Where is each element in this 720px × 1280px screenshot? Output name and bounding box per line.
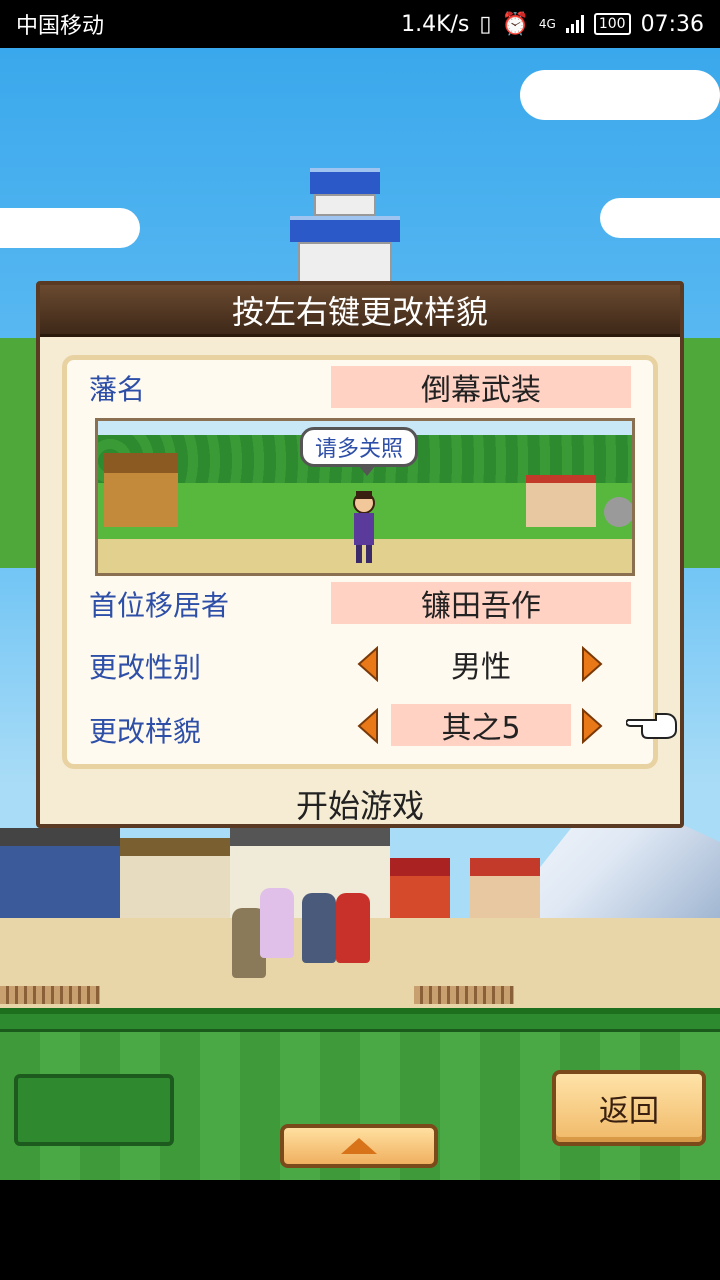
up-arrow-icon (341, 1138, 377, 1154)
settings-panel: 藩名 倒幕武装 请多关照 首位移居者 镰田吾作 更改性别 男性 更改样貌 其之5 (62, 355, 658, 769)
status-bar: 中国移动 1.4K/s ▯ ⏰ 4G 100 07:36 (0, 0, 720, 48)
gender-label: 更改性别 (89, 651, 202, 684)
start-game-label: 开始游戏 (295, 787, 424, 825)
domain-name-field[interactable]: 倒幕武装 (331, 366, 631, 408)
carrier-label: 中国移动 (16, 14, 105, 39)
fence (0, 986, 100, 1004)
network-type: 4G (538, 17, 556, 31)
right-arrow-icon (582, 708, 603, 744)
back-button-label: 返回 (599, 1094, 659, 1129)
alarm-icon: ⏰ (501, 11, 529, 37)
appearance-dialog: 按左右键更改样貌 藩名 倒幕武装 请多关照 首位移居者 镰田吾作 更改性别 男性… (36, 281, 684, 828)
gender-prev-button[interactable] (355, 646, 381, 682)
info-box (14, 1074, 174, 1146)
appearance-label: 更改样貌 (89, 715, 202, 748)
settler-label: 首位移居者 (89, 589, 230, 622)
speech-bubble: 请多关照 (300, 427, 419, 476)
dialog-title: 按左右键更改样貌 (231, 292, 488, 331)
status-icons: 1.4K/s ▯ ⏰ 4G 100 07:36 (401, 12, 704, 37)
cloud (0, 208, 140, 248)
rock (604, 497, 632, 527)
hut (104, 453, 178, 527)
cloud (600, 198, 720, 238)
domain-name-label: 藩名 (89, 373, 146, 406)
settler-sprite (353, 491, 375, 563)
appearance-next-button[interactable] (579, 708, 605, 744)
speech-bubble-text: 请多关照 (315, 437, 404, 462)
gender-next-button[interactable] (579, 646, 605, 682)
appearance-prev-button[interactable] (355, 708, 381, 744)
shrine (526, 475, 596, 527)
right-arrow-icon (582, 646, 603, 682)
settler-name-field[interactable]: 镰田吾作 (331, 582, 631, 624)
fence (414, 986, 514, 1004)
villager-woman (260, 888, 294, 958)
start-game-button[interactable]: 开始游戏 (40, 781, 680, 827)
vibrate-icon: ▯ (479, 11, 492, 37)
dialog-header: 按左右键更改样貌 (40, 285, 680, 337)
pointing-hand-icon (626, 713, 677, 739)
left-arrow-icon (357, 708, 378, 744)
back-button[interactable]: 返回 (552, 1070, 706, 1146)
villager-ninja (302, 893, 336, 963)
character-preview: 请多关照 (95, 418, 635, 576)
bottom-bar: 返回 (0, 1008, 720, 1180)
cloud (520, 70, 720, 120)
clock: 07:36 (640, 11, 704, 37)
villager-girl (336, 893, 370, 963)
left-arrow-icon (357, 646, 378, 682)
expand-up-button[interactable] (280, 1124, 438, 1168)
network-speed: 1.4K/s (401, 11, 470, 37)
castle (290, 158, 400, 298)
battery-icon: 100 (593, 13, 631, 35)
signal-icon (565, 15, 584, 33)
appearance-value: 其之5 (391, 704, 571, 746)
gender-value: 男性 (451, 650, 511, 685)
